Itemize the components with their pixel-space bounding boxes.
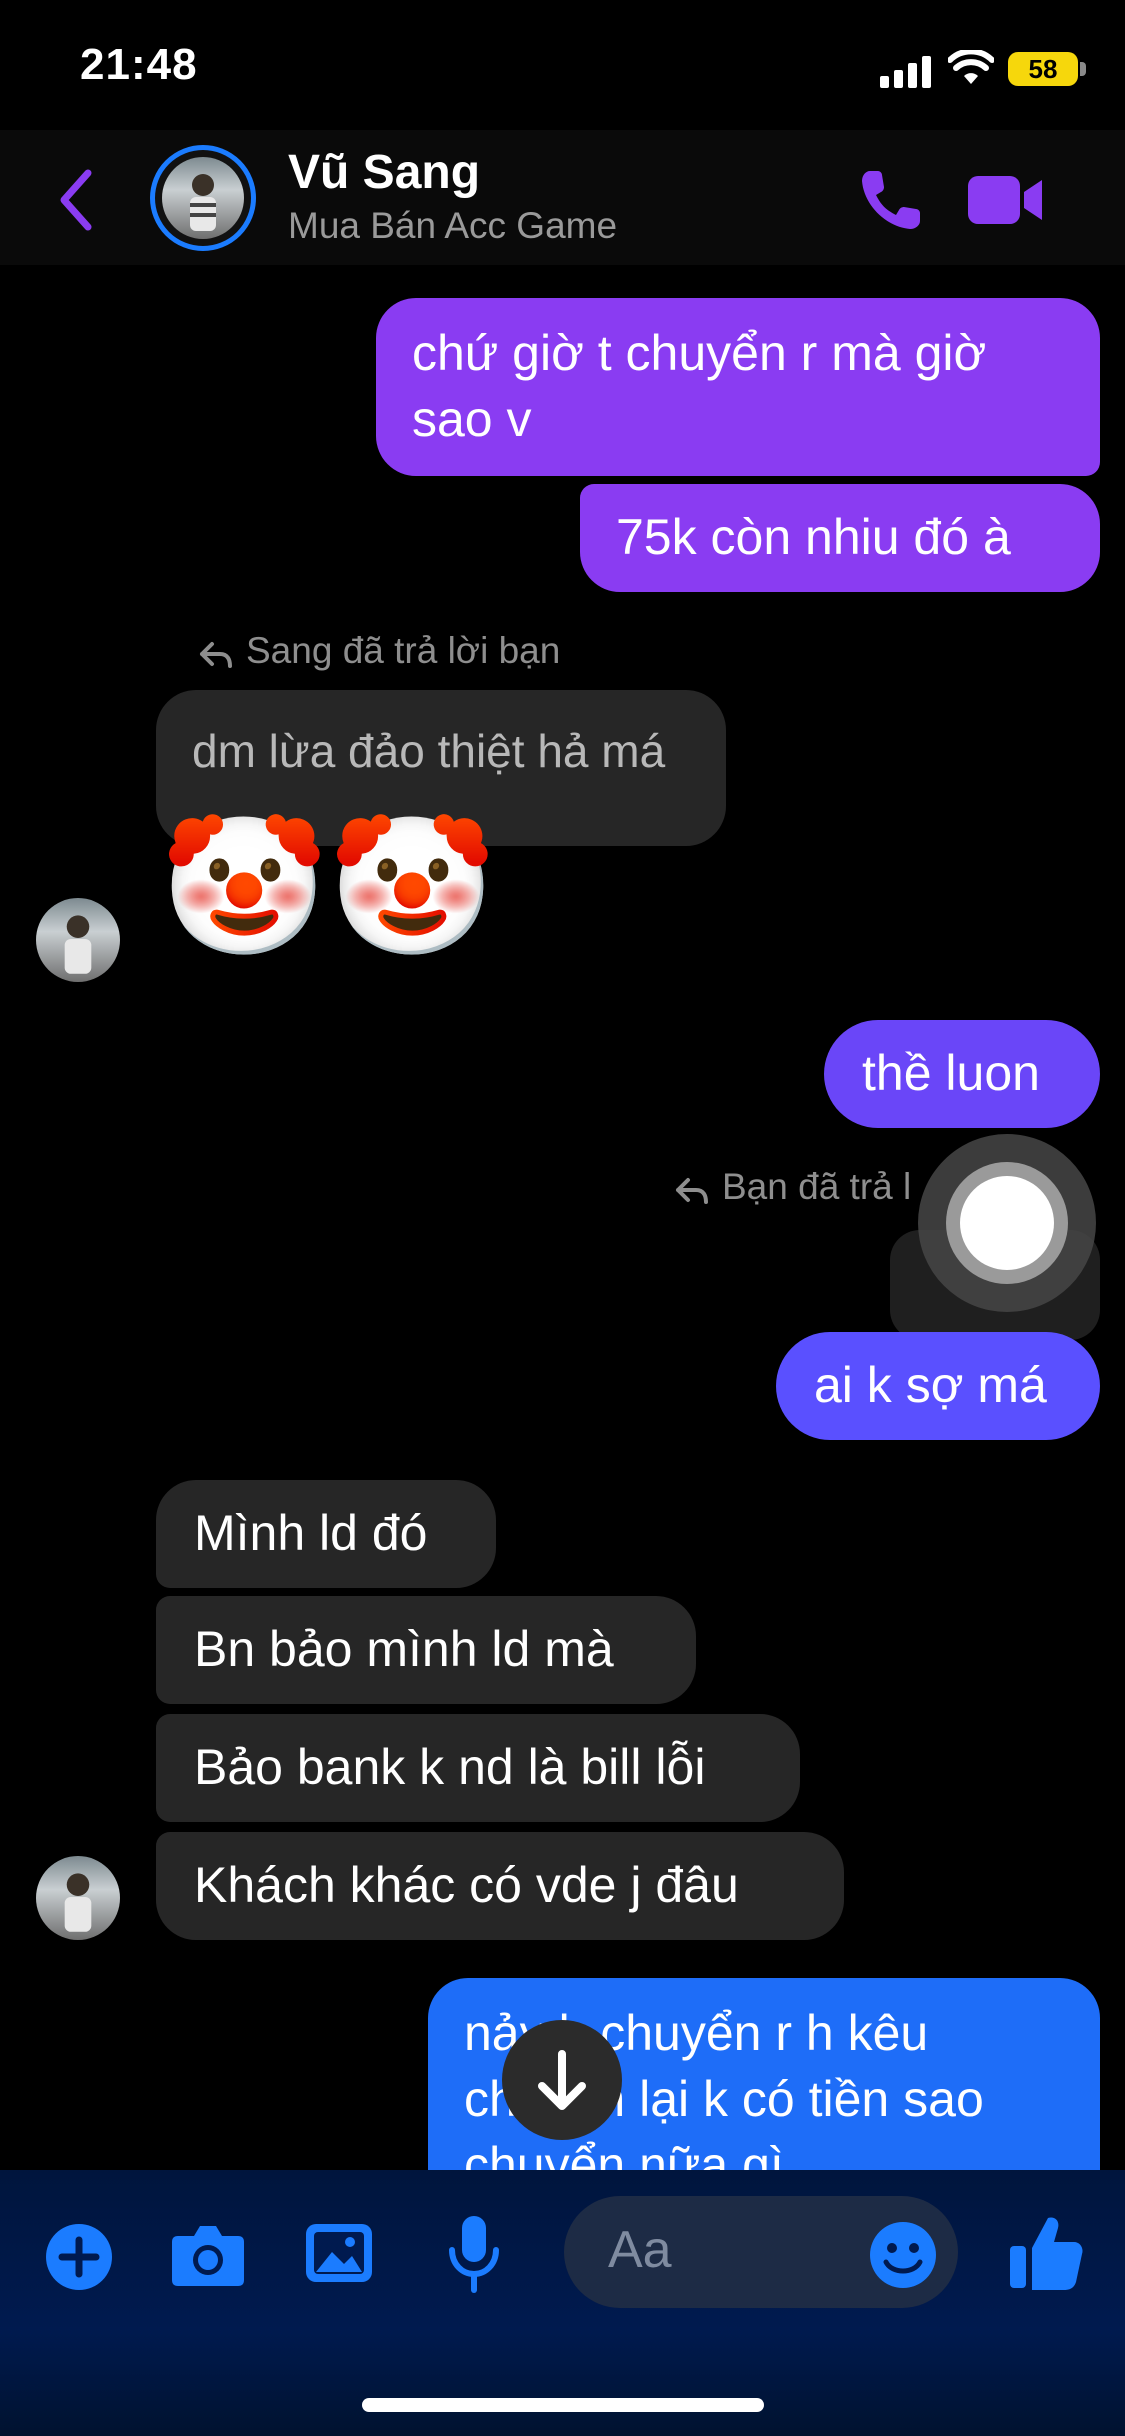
- sender-avatar[interactable]: [36, 898, 120, 982]
- clown-emoji[interactable]: 🤡: [328, 812, 496, 962]
- message-bubble-incoming[interactable]: Bn bảo mình ld mà: [156, 1596, 696, 1704]
- battery-cap: [1080, 62, 1086, 76]
- sender-avatar[interactable]: [36, 1856, 120, 1940]
- message-input-placeholder: Aa: [608, 2221, 672, 2279]
- plus-circle-icon[interactable]: [44, 2222, 114, 2292]
- video-camera-icon[interactable]: [966, 170, 1046, 230]
- contact-name[interactable]: Vũ Sang: [288, 145, 480, 200]
- scroll-to-bottom-button[interactable]: [502, 2020, 622, 2140]
- message-bubble-incoming[interactable]: Bảo bank k nd là bill lỗi: [156, 1714, 800, 1822]
- camera-icon[interactable]: [170, 2222, 246, 2288]
- message-bubble-outgoing[interactable]: 75k còn nhiu đó à: [580, 484, 1100, 592]
- status-time: 21:48: [80, 40, 198, 89]
- contact-subtitle: Mua Bán Acc Game: [288, 205, 618, 246]
- chevron-left-icon[interactable]: [52, 165, 102, 235]
- assistive-touch-core: [960, 1176, 1054, 1270]
- composer-bar: [0, 2170, 1125, 2436]
- thumbs-up-icon[interactable]: [1008, 2212, 1084, 2292]
- reply-arrow-icon: [676, 1178, 708, 1204]
- wifi-icon: [948, 50, 994, 84]
- battery-indicator: 58: [1008, 52, 1078, 86]
- message-bubble-outgoing[interactable]: ai k sợ má: [776, 1332, 1100, 1440]
- reply-arrow-icon: [200, 642, 232, 668]
- avatar[interactable]: [162, 157, 244, 239]
- message-bubble-outgoing[interactable]: thề luon: [824, 1020, 1100, 1128]
- home-indicator[interactable]: [362, 2398, 764, 2412]
- message-bubble-incoming[interactable]: Mình ld đó: [156, 1480, 496, 1588]
- arrow-down-icon: [538, 2050, 586, 2110]
- phone-icon[interactable]: [856, 165, 926, 235]
- cellular-signal-icon: [880, 56, 931, 88]
- message-bubble-incoming[interactable]: Khách khác có vde j đâu: [156, 1832, 844, 1940]
- reply-label: Sang đã trả lời bạn: [246, 630, 561, 671]
- clown-emoji[interactable]: 🤡: [160, 812, 328, 962]
- reply-label: Bạn đã trả l: [722, 1166, 912, 1207]
- image-icon[interactable]: [304, 2220, 374, 2286]
- microphone-icon[interactable]: [446, 2214, 502, 2294]
- message-bubble-outgoing[interactable]: chứ giờ t chuyển r mà giờ sao v: [376, 298, 1100, 476]
- emoji-icon[interactable]: [868, 2220, 938, 2290]
